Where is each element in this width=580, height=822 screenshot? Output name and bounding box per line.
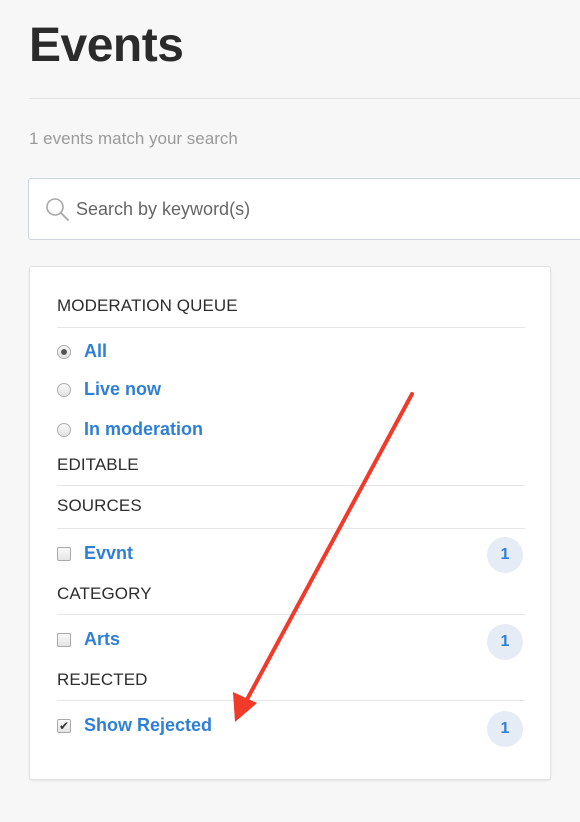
show-rejected-option[interactable]: ✔ Show Rejected [57, 715, 212, 736]
filter-panel: MODERATION QUEUE All Live now In moderat… [29, 266, 551, 780]
category-filter-label[interactable]: Arts [84, 629, 120, 650]
count-badge: 1 [487, 624, 523, 660]
source-filter-label[interactable]: Evvnt [84, 543, 133, 564]
category-heading: CATEGORY [57, 584, 152, 603]
queue-option-live-now[interactable]: Live now [57, 379, 161, 400]
radio-button[interactable] [57, 382, 71, 397]
source-filter-evvnt[interactable]: Evvnt [57, 543, 133, 564]
divider [57, 485, 525, 486]
checkbox[interactable] [57, 632, 71, 647]
rejected-heading: REJECTED [57, 670, 148, 689]
divider [57, 700, 525, 701]
sources-heading: SOURCES [57, 496, 142, 515]
queue-option-all[interactable]: All [57, 341, 107, 362]
divider [57, 327, 525, 328]
divider [57, 614, 525, 615]
search-icon [46, 198, 69, 221]
show-rejected-label[interactable]: Show Rejected [84, 715, 212, 736]
checkbox[interactable] [57, 546, 71, 561]
queue-option-in-moderation[interactable]: In moderation [57, 419, 203, 440]
queue-option-label[interactable]: Live now [84, 379, 161, 400]
search-input[interactable] [76, 198, 556, 220]
radio-button[interactable] [57, 422, 71, 437]
results-count: 1 events match your search [29, 129, 238, 148]
page-title: Events [29, 19, 184, 72]
events-page: Events 1 events match your search MODERA… [0, 0, 580, 822]
count-badge: 1 [487, 537, 523, 573]
editable-heading: EDITABLE [57, 455, 139, 474]
queue-option-label[interactable]: All [84, 341, 107, 362]
queue-option-label[interactable]: In moderation [84, 419, 203, 440]
divider [57, 528, 525, 529]
count-badge: 1 [487, 711, 523, 747]
moderation-queue-heading: MODERATION QUEUE [57, 296, 238, 315]
radio-button[interactable] [57, 344, 71, 359]
category-filter-arts[interactable]: Arts [57, 629, 120, 650]
title-divider [29, 98, 580, 99]
search-box[interactable] [28, 178, 580, 240]
checkbox-checked[interactable]: ✔ [57, 718, 71, 733]
